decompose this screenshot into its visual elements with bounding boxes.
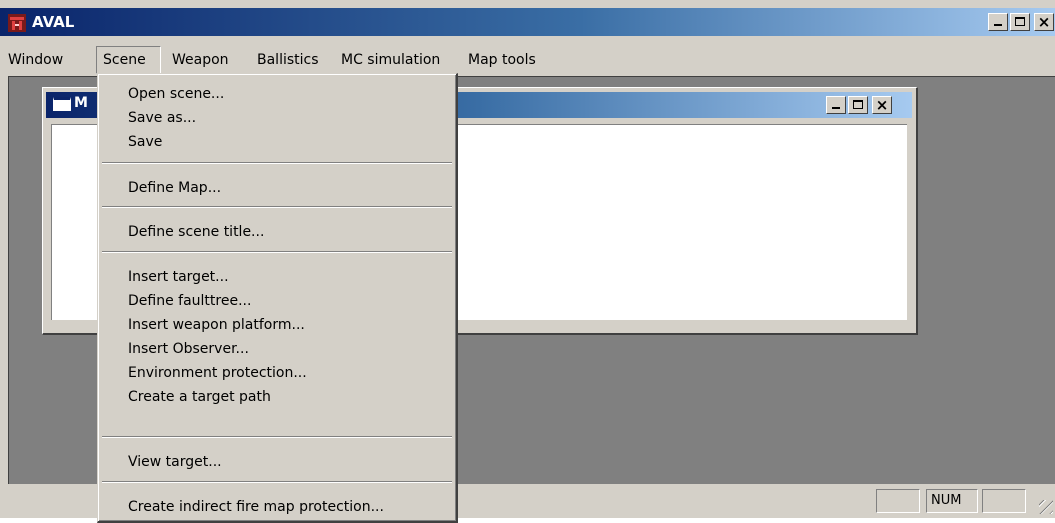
child-minimize-button[interactable] <box>826 96 846 114</box>
menu-separator <box>102 162 452 164</box>
menu-item-open-scene[interactable]: Open scene... <box>128 83 224 105</box>
child-maximize-button[interactable] <box>848 96 868 114</box>
close-icon: × <box>875 96 889 114</box>
menu-item-define-scene-title[interactable]: Define scene title... <box>128 221 264 243</box>
resize-grip-icon[interactable] <box>1039 500 1053 514</box>
child-window-icon[interactable] <box>53 97 71 111</box>
menu-item-create-indirect-fire-map-protection[interactable]: Create indirect fire map protection... <box>128 496 384 518</box>
menu-item-insert-observer[interactable]: Insert Observer... <box>128 338 249 360</box>
minimize-icon <box>994 24 1002 26</box>
close-icon: × <box>1037 13 1051 31</box>
child-close-button[interactable]: × <box>872 96 892 114</box>
maximize-button[interactable] <box>1010 13 1030 31</box>
caption-buttons: × <box>988 13 1054 31</box>
status-panel-caps <box>876 489 920 513</box>
menu-item-insert-weapon-platform[interactable]: Insert weapon platform... <box>128 314 305 336</box>
child-window-title: M <box>74 95 88 111</box>
status-panel-scroll <box>982 489 1026 513</box>
menu-scene[interactable]: Scene <box>96 46 161 74</box>
title-bar[interactable]: AVAL × <box>0 8 1055 36</box>
maximize-icon <box>853 100 863 109</box>
menu-item-define-map[interactable]: Define Map... <box>128 177 221 199</box>
menu-ballistics[interactable]: Ballistics <box>251 46 325 74</box>
minimize-button[interactable] <box>988 13 1008 31</box>
menu-separator <box>102 481 452 483</box>
minimize-icon <box>832 107 840 109</box>
app-title: AVAL <box>32 13 75 31</box>
menu-separator <box>102 436 452 438</box>
menu-item-create-target-path[interactable]: Create a target path <box>128 386 271 408</box>
menu-weapon[interactable]: Weapon <box>166 46 235 74</box>
menu-item-save[interactable]: Save <box>128 131 162 153</box>
close-button[interactable]: × <box>1034 13 1054 31</box>
menu-item-define-faulttree[interactable]: Define faulttree... <box>128 290 251 312</box>
menu-map-tools[interactable]: Map tools <box>462 46 542 74</box>
menu-mc-simulation[interactable]: MC simulation <box>335 46 446 74</box>
child-caption-buttons: × <box>826 96 892 114</box>
menu-item-view-target[interactable]: View target... <box>128 451 222 473</box>
aval-app-icon[interactable] <box>8 14 26 32</box>
main-window: AVAL × Window Scene Weapon Ballistics MC… <box>0 0 1055 523</box>
menu-item-environment-protection[interactable]: Environment protection... <box>128 362 307 384</box>
maximize-icon <box>1015 17 1025 26</box>
scene-menu-dropdown: Open scene... Save as... Save Define Map… <box>97 73 458 523</box>
menu-separator <box>102 206 452 208</box>
menu-separator <box>102 251 452 253</box>
menu-window[interactable]: Window <box>2 46 69 74</box>
menu-item-insert-target[interactable]: Insert target... <box>128 266 229 288</box>
status-panel-num: NUM <box>926 489 978 513</box>
menu-item-save-as[interactable]: Save as... <box>128 107 196 129</box>
menu-bar: Window Scene Weapon Ballistics MC simula… <box>0 46 1055 74</box>
